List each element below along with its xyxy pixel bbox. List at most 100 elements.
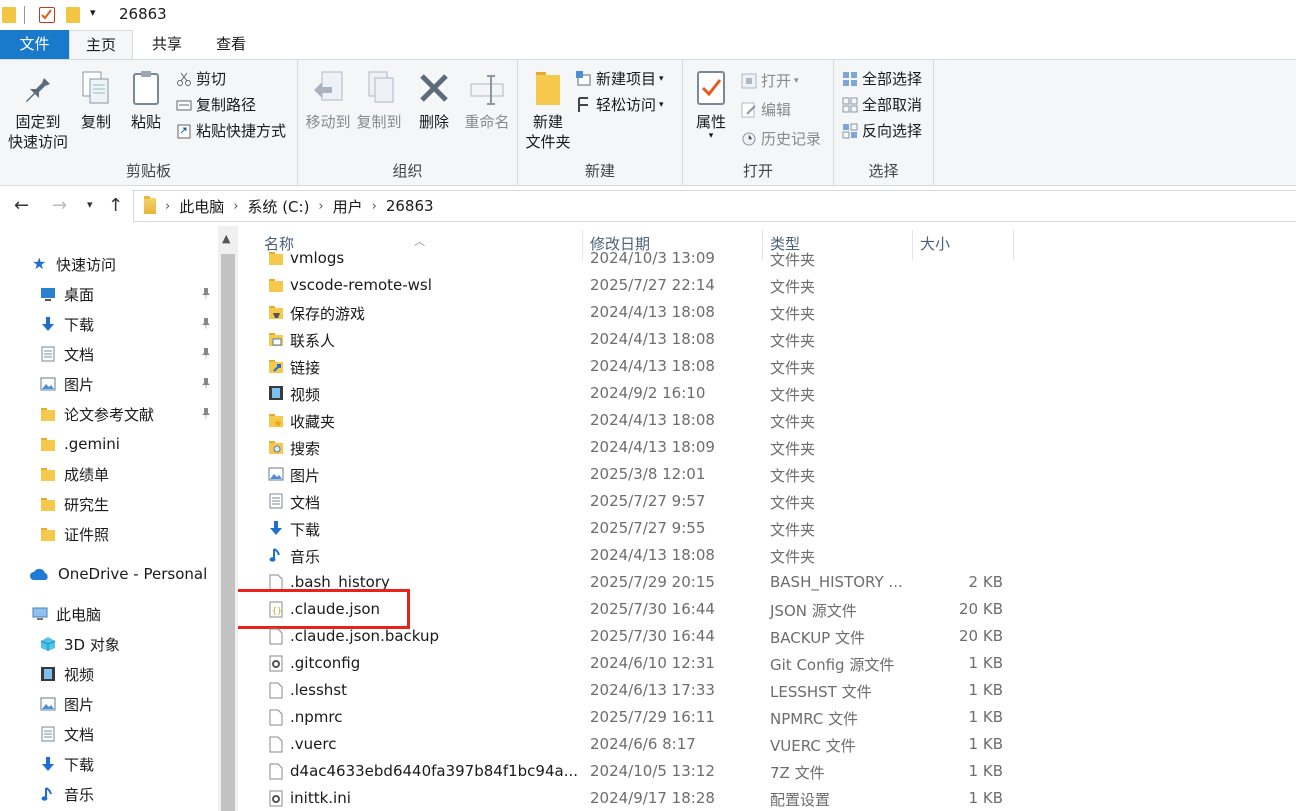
tab-share[interactable]: 共享 bbox=[135, 30, 199, 60]
nav-item-1[interactable]: 桌面 bbox=[0, 280, 218, 308]
file-row[interactable]: 文档 2025/7/27 9:57 文件夹 bbox=[238, 488, 1296, 515]
breadcrumb-this-pc[interactable]: 此电脑 bbox=[179, 196, 224, 217]
file-row[interactable]: .claude.json.backup 2025/7/30 16:44 BACKUP… bbox=[238, 623, 1296, 650]
file-row[interactable]: 收藏夹 2024/4/13 18:08 文件夹 bbox=[238, 407, 1296, 434]
file-row[interactable]: .gitconfig 2024/6/10 12:31 Git Config 源文件 1… bbox=[238, 650, 1296, 677]
file-row[interactable]: 搜索 2024/4/13 18:09 文件夹 bbox=[238, 434, 1296, 461]
breadcrumb-user-folder[interactable]: 26863 bbox=[386, 197, 434, 215]
scroll-up-arrow-icon[interactable]: ▲ bbox=[222, 232, 230, 245]
nav-item-label: .gemini bbox=[64, 435, 120, 453]
up-arrow-icon[interactable]: ↑ bbox=[108, 195, 123, 216]
pinned-icon[interactable] bbox=[200, 287, 212, 301]
properties-quick-icon[interactable] bbox=[39, 7, 55, 23]
nav-pc-item-6[interactable]: 音乐 bbox=[0, 780, 218, 808]
file-row[interactable]: .vuerc 2024/6/6 8:17 VUERC 文件 1 KB bbox=[238, 731, 1296, 758]
breadcrumb-separator-icon[interactable]: › bbox=[165, 199, 170, 214]
file-row[interactable]: {} .claude.json 2025/7/30 16:44 JSON 源文件 20 … bbox=[238, 589, 1296, 629]
pinned-icon[interactable] bbox=[200, 347, 212, 361]
file-row[interactable]: inittk.ini 2024/9/17 18:28 配置设置 1 KB bbox=[238, 785, 1296, 811]
file-type: 文件夹 bbox=[770, 278, 816, 296]
folder-icon bbox=[144, 196, 156, 214]
file-name: .npmrc bbox=[290, 708, 343, 726]
file-row[interactable]: 链接 2024/4/13 18:08 文件夹 bbox=[238, 353, 1296, 380]
paste-button[interactable]: 粘贴 bbox=[124, 68, 168, 132]
download-icon bbox=[40, 756, 56, 772]
tab-home[interactable]: 主页 bbox=[69, 30, 133, 60]
select-all-button[interactable]: 全部选择 bbox=[842, 68, 922, 90]
recent-locations-chevron-icon[interactable]: ▾ bbox=[87, 198, 93, 211]
file-row[interactable]: vscode-remote-wsl 2025/7/27 22:14 文件夹 bbox=[238, 272, 1296, 299]
breadcrumb-separator-icon[interactable]: › bbox=[233, 199, 238, 214]
select-none-button[interactable]: 全部取消 bbox=[842, 94, 922, 116]
file-row[interactable]: .npmrc 2025/7/29 16:11 NPMRC 文件 1 KB bbox=[238, 704, 1296, 731]
nav-quick-access[interactable]: ★ 快速访问 bbox=[0, 250, 218, 278]
download-icon bbox=[268, 520, 285, 537]
rename-button[interactable]: 重命名 bbox=[462, 68, 512, 132]
breadcrumb-system-c[interactable]: 系统 (C:) bbox=[247, 196, 309, 217]
nav-item-8[interactable]: 研究生 bbox=[0, 490, 218, 518]
delete-button[interactable]: 删除 bbox=[414, 68, 454, 132]
nav-pc-item-4[interactable]: 文档 bbox=[0, 720, 218, 748]
open-button[interactable]: 打开 ▾ bbox=[741, 70, 799, 92]
nav-item-4[interactable]: 图片 bbox=[0, 370, 218, 398]
nav-item-7[interactable]: 成绩单 bbox=[0, 460, 218, 488]
file-date: 2025/7/27 22:14 bbox=[590, 276, 715, 294]
back-arrow-icon[interactable]: ← bbox=[14, 195, 29, 216]
copy-to-button[interactable]: 复制到 bbox=[354, 68, 404, 132]
properties-dropdown-icon: ▾ bbox=[708, 131, 714, 141]
nav-item-2[interactable]: 下载 bbox=[0, 310, 218, 338]
file-type: 文件夹 bbox=[770, 467, 816, 485]
new-item-button[interactable]: 新建项目 ▾ bbox=[576, 68, 664, 90]
file-row[interactable]: 保存的游戏 2024/4/13 18:08 文件夹 bbox=[238, 299, 1296, 326]
copy-button[interactable]: 复制 bbox=[74, 68, 118, 132]
file-size: 2 KB bbox=[968, 573, 1003, 591]
new-group: 新建 文件夹 新建项目 ▾ 轻松访问 ▾ 新建 bbox=[518, 60, 683, 185]
file-icon bbox=[268, 709, 285, 726]
tab-file[interactable]: 文件 bbox=[0, 30, 69, 60]
file-size: 1 KB bbox=[968, 708, 1003, 726]
nav-pc-item-2[interactable]: 视频 bbox=[0, 660, 218, 688]
customize-quick-access-chevron-icon[interactable]: ▾ bbox=[90, 6, 96, 19]
invert-selection-button[interactable]: 反向选择 bbox=[842, 120, 922, 142]
pin-to-quick-access-button[interactable]: 固定到 快速访问 bbox=[6, 68, 70, 152]
copy-path-button[interactable]: 复制路径 bbox=[176, 94, 256, 116]
file-row[interactable]: 视频 2024/9/2 16:10 文件夹 bbox=[238, 380, 1296, 407]
navigation-pane-scrollbar[interactable]: ▲ bbox=[218, 226, 238, 811]
new-folder-quick-icon[interactable] bbox=[66, 7, 80, 23]
breadcrumb-users[interactable]: 用户 bbox=[333, 196, 363, 217]
history-button[interactable]: 历史记录 bbox=[741, 128, 821, 150]
file-row[interactable]: 联系人 2024/4/13 18:08 文件夹 bbox=[238, 326, 1296, 353]
properties-button[interactable]: 属性 ▾ bbox=[691, 68, 731, 141]
breadcrumb-separator-icon[interactable]: › bbox=[318, 199, 323, 214]
easy-access-button[interactable]: 轻松访问 ▾ bbox=[576, 94, 664, 116]
file-row[interactable]: 音乐 2024/4/13 18:08 文件夹 bbox=[238, 542, 1296, 569]
new-folder-button[interactable]: 新建 文件夹 bbox=[522, 68, 574, 152]
nav-item-5[interactable]: 论文参考文献 bbox=[0, 400, 218, 428]
folder-icon bbox=[2, 7, 16, 23]
file-row[interactable]: 图片 2025/3/8 12:01 文件夹 bbox=[238, 461, 1296, 488]
pinned-icon[interactable] bbox=[200, 317, 212, 331]
move-to-button[interactable]: 移动到 bbox=[303, 68, 353, 132]
nav-pc-item-5[interactable]: 下载 bbox=[0, 750, 218, 778]
file-row[interactable]: vmlogs 2024/10/3 13:09 文件夹 bbox=[238, 245, 1296, 272]
nav-item-3[interactable]: 文档 bbox=[0, 340, 218, 368]
nav-item-6[interactable]: .gemini bbox=[0, 430, 218, 458]
cut-button[interactable]: 剪切 bbox=[176, 68, 226, 90]
file-row[interactable]: d4ac4633ebd6440fa397b84f1bc94a... 2024/10… bbox=[238, 758, 1296, 785]
nav-pc-item-1[interactable]: 3D 对象 bbox=[0, 630, 218, 658]
address-bar[interactable]: › 此电脑 › 系统 (C:) › 用户 › 26863 bbox=[133, 190, 1296, 222]
paste-shortcut-button[interactable]: 粘贴快捷方式 bbox=[176, 120, 286, 142]
nav-onedrive[interactable]: OneDrive - Personal bbox=[0, 560, 218, 588]
pinned-icon[interactable] bbox=[200, 407, 212, 421]
scrollbar-thumb[interactable] bbox=[221, 254, 235, 811]
breadcrumb-separator-icon[interactable]: › bbox=[372, 199, 377, 214]
pinned-icon[interactable] bbox=[200, 377, 212, 391]
nav-item-9[interactable]: 证件照 bbox=[0, 520, 218, 548]
file-row[interactable]: .lesshst 2024/6/13 17:33 LESSHST 文件 1 KB bbox=[238, 677, 1296, 704]
nav-this-pc[interactable]: 此电脑 bbox=[0, 600, 218, 628]
file-row[interactable]: 下载 2025/7/27 9:55 文件夹 bbox=[238, 515, 1296, 542]
nav-pc-item-3[interactable]: 图片 bbox=[0, 690, 218, 718]
forward-arrow-icon[interactable]: → bbox=[52, 195, 67, 216]
tab-view[interactable]: 查看 bbox=[199, 30, 263, 60]
edit-button[interactable]: 编辑 bbox=[741, 99, 791, 121]
